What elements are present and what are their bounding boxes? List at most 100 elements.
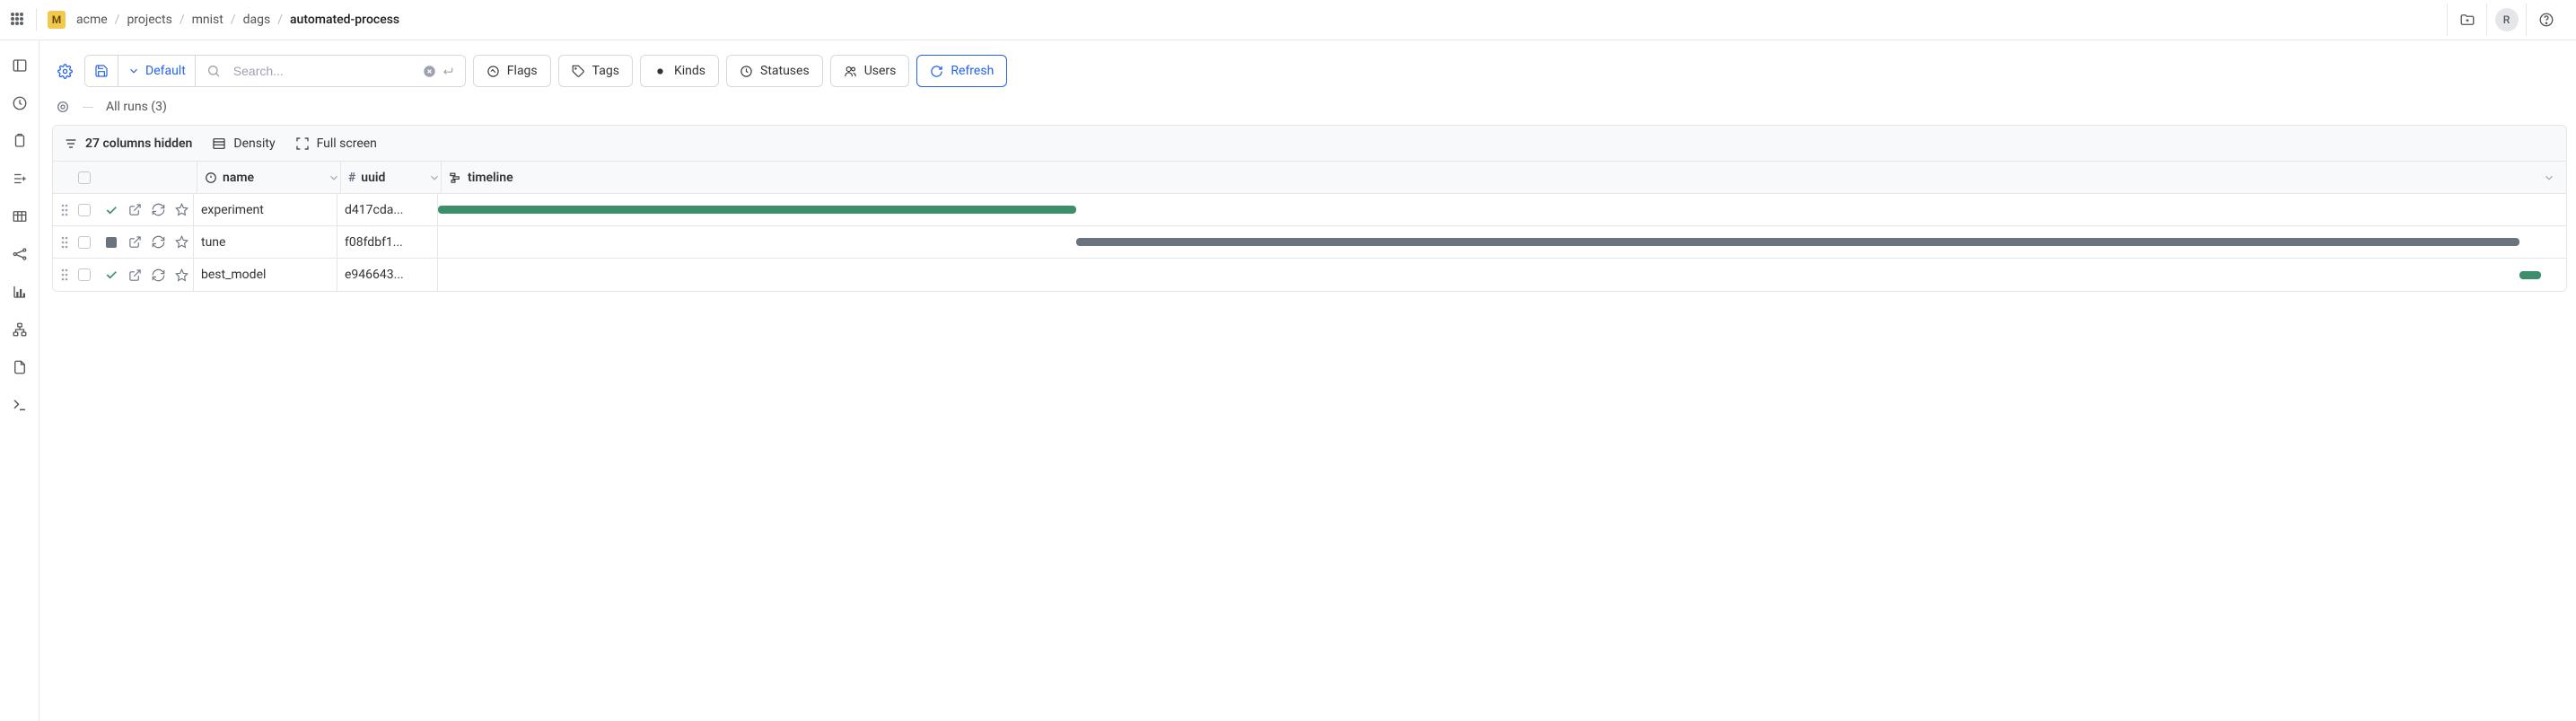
panel-icon[interactable]	[11, 57, 29, 75]
open-external-icon[interactable]	[123, 203, 146, 216]
avatar[interactable]: R	[2486, 4, 2526, 36]
table-row[interactable]: experiment d417cda...	[53, 194, 2566, 226]
row-timeline-cell	[437, 259, 2566, 291]
crumb-acme[interactable]: acme	[76, 13, 108, 27]
main-layout: Default Flags Tags	[0, 40, 2576, 721]
tags-filter[interactable]: Tags	[558, 55, 633, 87]
top-header: M acme / projects / mnist / dags / autom…	[0, 0, 2576, 40]
retry-icon[interactable]	[146, 268, 170, 282]
row-uuid-cell: e946643...	[337, 259, 437, 291]
row-uuid-cell: d417cda...	[337, 194, 437, 225]
graph-icon[interactable]	[11, 245, 29, 263]
row-checkbox[interactable]	[78, 204, 91, 216]
table-toolbar: 27 columns hidden Density Full screen	[53, 126, 2566, 162]
table-header: name # uuid timeline	[53, 162, 2566, 194]
timeline-column-header[interactable]: timeline	[441, 162, 2566, 193]
view-label: Default	[145, 64, 186, 78]
table-icon[interactable]	[11, 207, 29, 225]
avatar-letter: R	[2495, 8, 2519, 31]
retry-icon[interactable]	[146, 203, 170, 216]
refresh-label: Refresh	[951, 64, 994, 78]
left-rail	[0, 40, 39, 721]
density-button[interactable]: Density	[212, 136, 275, 151]
row-name-cell: experiment	[193, 194, 337, 225]
crumb-dags[interactable]: dags	[243, 13, 271, 27]
add-list-icon[interactable]	[11, 170, 29, 188]
refresh-button[interactable]: Refresh	[916, 55, 1007, 87]
lineage-icon[interactable]	[56, 100, 70, 114]
save-view-button[interactable]	[85, 56, 118, 86]
dash	[83, 107, 93, 108]
status-icon	[100, 237, 123, 248]
users-filter[interactable]: Users	[830, 55, 910, 87]
subheader: All runs (3)	[52, 89, 2567, 125]
chart-icon[interactable]	[11, 283, 29, 301]
fullscreen-label: Full screen	[317, 136, 377, 151]
columns-hidden-button[interactable]: 27 columns hidden	[64, 136, 192, 151]
workspace-badge[interactable]: M	[48, 11, 66, 29]
view-dropdown[interactable]: Default	[118, 56, 196, 86]
row-name-cell: tune	[193, 226, 337, 258]
drag-handle-icon[interactable]	[53, 236, 69, 249]
search-box[interactable]	[196, 56, 465, 86]
chevron-down-icon[interactable]	[2543, 171, 2555, 184]
open-external-icon[interactable]	[123, 235, 146, 249]
fullscreen-button[interactable]: Full screen	[295, 136, 377, 151]
statuses-filter[interactable]: Statuses	[726, 55, 823, 87]
terminal-icon[interactable]	[11, 396, 29, 414]
crumb-projects[interactable]: projects	[127, 13, 171, 27]
row-checkbox-wrap	[69, 236, 100, 249]
timeline-header-label: timeline	[468, 171, 513, 185]
kinds-filter[interactable]: Kinds	[640, 55, 719, 87]
divider	[36, 8, 37, 31]
statuses-label: Statuses	[760, 64, 810, 78]
document-icon[interactable]	[11, 358, 29, 376]
clipboard-icon[interactable]	[11, 132, 29, 150]
content-area: Default Flags Tags	[39, 40, 2576, 721]
chevron-down-icon[interactable]	[328, 171, 340, 184]
runs-table: 27 columns hidden Density Full screen	[52, 125, 2567, 292]
open-external-icon[interactable]	[123, 268, 146, 282]
status-icon	[100, 268, 123, 282]
row-uuid-cell: f08fdbf1...	[337, 226, 437, 258]
kinds-label: Kinds	[674, 64, 705, 78]
table-row[interactable]: tune f08fdbf1...	[53, 226, 2566, 259]
name-column-header[interactable]: name	[197, 162, 340, 193]
retry-icon[interactable]	[146, 235, 170, 249]
timeline-bar	[2519, 271, 2541, 279]
users-label: Users	[864, 64, 897, 78]
flags-filter[interactable]: Flags	[473, 55, 551, 87]
apps-icon[interactable]	[11, 13, 25, 27]
star-icon[interactable]	[170, 203, 193, 216]
drag-handle-icon[interactable]	[53, 268, 69, 281]
row-timeline-cell	[437, 194, 2566, 225]
clock-icon[interactable]	[11, 94, 29, 112]
uuid-column-header[interactable]: # uuid	[340, 162, 441, 193]
table-row[interactable]: best_model e946643...	[53, 259, 2566, 291]
help-button[interactable]	[2526, 4, 2565, 36]
crumb-sep: /	[277, 13, 283, 27]
name-header-label: name	[223, 171, 254, 185]
crumb-current[interactable]: automated-process	[290, 13, 399, 27]
chevron-down-icon[interactable]	[428, 171, 441, 184]
row-checkbox[interactable]	[78, 268, 91, 281]
settings-button[interactable]	[52, 58, 77, 84]
row-timeline-cell	[437, 226, 2566, 258]
drag-handle-icon[interactable]	[53, 204, 69, 216]
star-icon[interactable]	[170, 268, 193, 282]
clear-search-icon[interactable]	[423, 65, 436, 78]
search-input[interactable]	[233, 64, 417, 78]
select-all-checkbox[interactable]	[78, 171, 91, 184]
new-folder-button[interactable]	[2447, 4, 2486, 36]
header-right: R	[2447, 4, 2565, 36]
row-checkbox[interactable]	[78, 236, 91, 249]
view-selector: Default	[84, 55, 466, 87]
tree-icon[interactable]	[11, 321, 29, 339]
timeline-bar	[438, 206, 1076, 214]
crumb-sep: /	[180, 13, 185, 27]
crumb-mnist[interactable]: mnist	[192, 13, 223, 27]
select-all-col	[69, 171, 100, 184]
all-runs-label[interactable]: All runs (3)	[106, 100, 167, 114]
row-checkbox-wrap	[69, 268, 100, 281]
star-icon[interactable]	[170, 235, 193, 249]
